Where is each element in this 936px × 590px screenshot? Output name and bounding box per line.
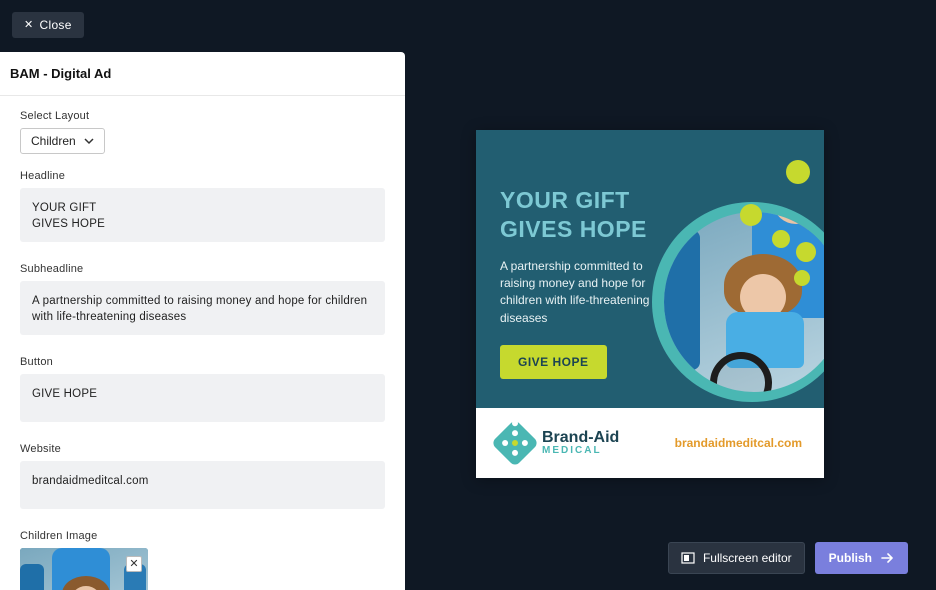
- ad-headline-line2: GIVES HOPE: [500, 216, 647, 242]
- fullscreen-icon: [681, 551, 695, 565]
- ad-headline-line1: YOUR GIFT: [500, 187, 630, 213]
- photo-circle: [664, 212, 824, 392]
- publish-label: Publish: [829, 551, 872, 565]
- decor-dot: [786, 160, 810, 184]
- field-headline: Headline: [20, 170, 385, 247]
- layout-select[interactable]: Children: [20, 128, 105, 154]
- remove-image-button[interactable]: ✕: [126, 556, 142, 572]
- field-label-website: Website: [20, 443, 385, 455]
- field-label-image: Children Image: [20, 530, 385, 542]
- website-input[interactable]: [20, 461, 385, 509]
- editor-panel: BAM - Digital Ad Select Layout Children …: [0, 52, 405, 590]
- panel-title: BAM - Digital Ad: [0, 52, 405, 96]
- ad-headline: YOUR GIFT GIVES HOPE: [500, 186, 670, 244]
- close-label: Close: [40, 18, 72, 32]
- logo-mark-icon: [491, 419, 539, 467]
- ad-copy: YOUR GIFT GIVES HOPE A partnership commi…: [500, 186, 670, 379]
- field-image: Children Image ✕: [20, 530, 385, 590]
- ad-url: brandaidmeditcal.com: [675, 436, 802, 450]
- field-subheadline: Subheadline: [20, 263, 385, 340]
- logo-line2: MEDICAL: [542, 446, 619, 456]
- decor-dot: [772, 230, 790, 248]
- bottom-actions: Fullscreen editor Publish: [668, 542, 908, 574]
- logo-line1: Brand-Aid: [542, 430, 619, 446]
- layout-select-value: Children: [31, 134, 76, 148]
- arrow-right-icon: [880, 551, 894, 565]
- ad-cta-button: GIVE HOPE: [500, 345, 607, 379]
- field-button: Button: [20, 356, 385, 427]
- field-website: Website: [20, 443, 385, 514]
- panel-body: Select Layout Children Headline Subheadl…: [0, 96, 405, 590]
- button-input[interactable]: [20, 374, 385, 422]
- decor-dot: [740, 204, 762, 226]
- field-layout: Select Layout Children: [20, 110, 385, 154]
- close-icon: ✕: [24, 20, 34, 31]
- field-label-headline: Headline: [20, 170, 385, 182]
- ad-footer: Brand-Aid MEDICAL brandaidmeditcal.com: [476, 408, 824, 478]
- headline-input[interactable]: [20, 188, 385, 242]
- brand-logo: Brand-Aid MEDICAL: [498, 426, 619, 460]
- field-label-button: Button: [20, 356, 385, 368]
- fullscreen-label: Fullscreen editor: [703, 551, 792, 565]
- subheadline-input[interactable]: [20, 281, 385, 335]
- ad-canvas: YOUR GIFT GIVES HOPE A partnership commi…: [476, 130, 824, 478]
- image-thumbnail[interactable]: ✕: [20, 548, 148, 590]
- field-label-subheadline: Subheadline: [20, 263, 385, 275]
- ad-preview: YOUR GIFT GIVES HOPE A partnership commi…: [476, 130, 824, 478]
- decor-dot: [796, 242, 816, 262]
- publish-button[interactable]: Publish: [815, 542, 908, 574]
- photo-scene: [664, 212, 824, 392]
- chevron-down-icon: [84, 136, 94, 146]
- ad-subheadline: A partnership committed to raising money…: [500, 258, 650, 328]
- field-label-layout: Select Layout: [20, 110, 385, 122]
- fullscreen-editor-button[interactable]: Fullscreen editor: [668, 542, 805, 574]
- decor-dot: [794, 270, 810, 286]
- close-button[interactable]: ✕ Close: [12, 12, 84, 38]
- logo-text: Brand-Aid MEDICAL: [542, 430, 619, 456]
